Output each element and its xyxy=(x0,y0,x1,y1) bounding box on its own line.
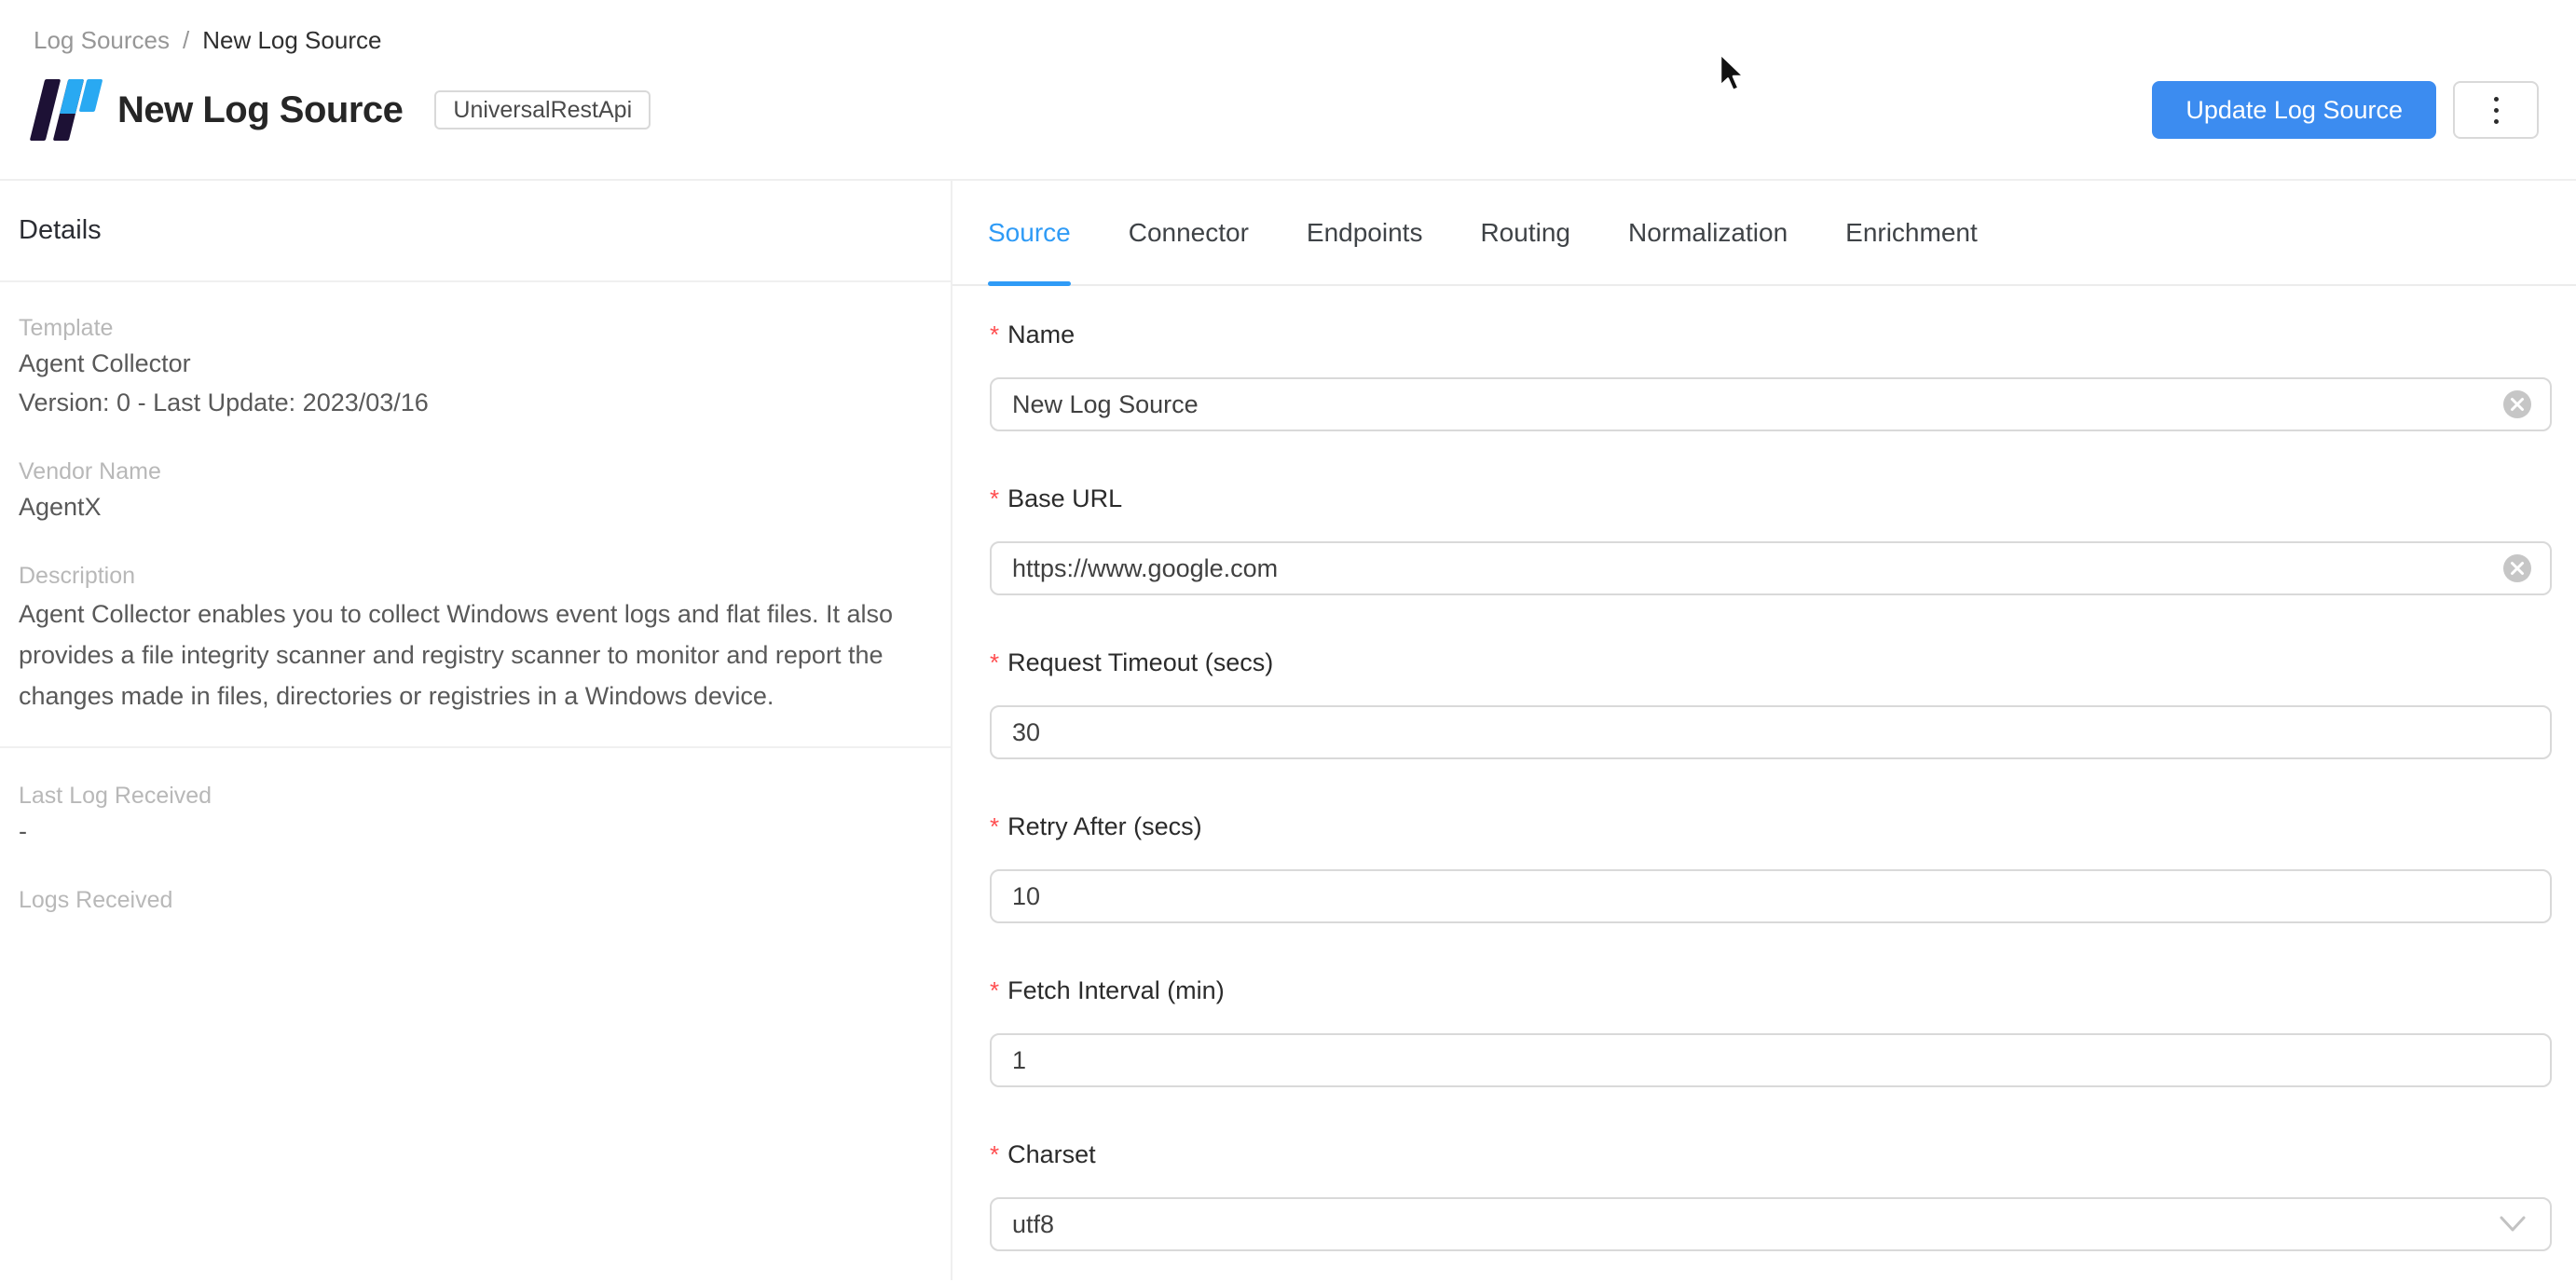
charset-select[interactable]: utf8 xyxy=(990,1197,2552,1251)
log-source-type-badge: UniversalRestApi xyxy=(434,90,651,130)
input-wrapper xyxy=(990,1033,2552,1087)
tab-source[interactable]: Source xyxy=(988,181,1071,284)
field-label: * Charset xyxy=(990,1138,2552,1171)
kebab-dot-icon xyxy=(2494,108,2499,113)
sidebar-divider xyxy=(0,746,951,748)
sidebar-divider xyxy=(0,280,951,282)
details-heading: Details xyxy=(19,214,923,246)
source-form: * Name * Base URL xyxy=(952,318,2576,1251)
tab-bar: Source Connector Endpoints Routing Norma… xyxy=(952,181,2576,286)
input-wrapper xyxy=(990,705,2552,759)
form-field-request-timeout: * Request Timeout (secs) xyxy=(990,646,2552,759)
field-label: * Fetch Interval (min) xyxy=(990,974,2552,1007)
input-wrapper xyxy=(990,377,2552,431)
form-field-base-url: * Base URL xyxy=(990,482,2552,595)
field-label: * Name xyxy=(990,318,2552,351)
required-asterisk: * xyxy=(990,810,999,843)
input-wrapper xyxy=(990,869,2552,923)
breadcrumb: Log Sources / New Log Source xyxy=(34,0,2539,55)
kebab-dot-icon xyxy=(2494,97,2499,102)
main-panel: Source Connector Endpoints Routing Norma… xyxy=(952,181,2576,1280)
clear-circle-icon[interactable] xyxy=(2503,554,2531,582)
field-label-text: Base URL xyxy=(1007,482,1122,515)
tab-endpoints[interactable]: Endpoints xyxy=(1307,181,1423,284)
description-text: Agent Collector enables you to collect W… xyxy=(19,593,904,716)
name-input[interactable] xyxy=(990,377,2552,431)
tab-routing[interactable]: Routing xyxy=(1480,181,1570,284)
field-label: * Retry After (secs) xyxy=(990,810,2552,843)
input-wrapper xyxy=(990,541,2552,595)
app-logo-icon xyxy=(30,79,97,141)
update-log-source-button[interactable]: Update Log Source xyxy=(2152,81,2436,139)
page-title: New Log Source xyxy=(117,89,403,131)
field-label-text: Charset xyxy=(1007,1138,1096,1171)
template-label: Template xyxy=(19,312,923,344)
last-log-received-value: - xyxy=(19,811,923,851)
chevron-down-icon xyxy=(2500,1216,2526,1233)
form-field-fetch-interval: * Fetch Interval (min) xyxy=(990,974,2552,1087)
field-label-text: Name xyxy=(1007,318,1075,351)
page-header: Log Sources / New Log Source New Log Sou… xyxy=(0,0,2576,181)
last-log-received-label: Last Log Received xyxy=(19,780,923,811)
header-row: New Log Source UniversalRestApi Update L… xyxy=(34,79,2539,141)
tab-connector[interactable]: Connector xyxy=(1129,181,1249,284)
vendor-name-value: AgentX xyxy=(19,487,923,526)
retry-after-input[interactable] xyxy=(990,869,2552,923)
breadcrumb-log-sources[interactable]: Log Sources xyxy=(34,26,170,55)
details-sidebar: Details Template Agent Collector Version… xyxy=(0,181,952,1280)
breadcrumb-current: New Log Source xyxy=(202,26,381,55)
field-label-text: Fetch Interval (min) xyxy=(1007,974,1225,1007)
required-asterisk: * xyxy=(990,482,999,515)
fetch-interval-input[interactable] xyxy=(990,1033,2552,1087)
template-name: Agent Collector xyxy=(19,344,923,383)
charset-selected-value: utf8 xyxy=(1012,1210,1054,1239)
field-label: * Base URL xyxy=(990,482,2552,515)
input-wrapper: utf8 xyxy=(990,1197,2552,1251)
form-field-charset: * Charset utf8 xyxy=(990,1138,2552,1251)
form-field-retry-after: * Retry After (secs) xyxy=(990,810,2552,923)
field-label-text: Retry After (secs) xyxy=(1007,810,1202,843)
log-source-detail-page: Log Sources / New Log Source New Log Sou… xyxy=(0,0,2576,1282)
vendor-name-label: Vendor Name xyxy=(19,456,923,487)
clear-circle-icon[interactable] xyxy=(2503,390,2531,418)
required-asterisk: * xyxy=(990,646,999,679)
request-timeout-input[interactable] xyxy=(990,705,2552,759)
form-field-name: * Name xyxy=(990,318,2552,431)
content-area: Details Template Agent Collector Version… xyxy=(0,181,2576,1280)
logs-received-label: Logs Received xyxy=(19,884,923,916)
required-asterisk: * xyxy=(990,318,999,351)
required-asterisk: * xyxy=(990,974,999,1007)
template-version-line: Version: 0 - Last Update: 2023/03/16 xyxy=(19,383,923,422)
breadcrumb-separator: / xyxy=(183,26,189,55)
tab-enrichment[interactable]: Enrichment xyxy=(1845,181,1978,284)
base-url-input[interactable] xyxy=(990,541,2552,595)
more-actions-button[interactable] xyxy=(2453,81,2539,139)
description-label: Description xyxy=(19,560,923,592)
field-label: * Request Timeout (secs) xyxy=(990,646,2552,679)
required-asterisk: * xyxy=(990,1138,999,1171)
kebab-dot-icon xyxy=(2494,119,2499,124)
tab-normalization[interactable]: Normalization xyxy=(1628,181,1788,284)
field-label-text: Request Timeout (secs) xyxy=(1007,646,1273,679)
